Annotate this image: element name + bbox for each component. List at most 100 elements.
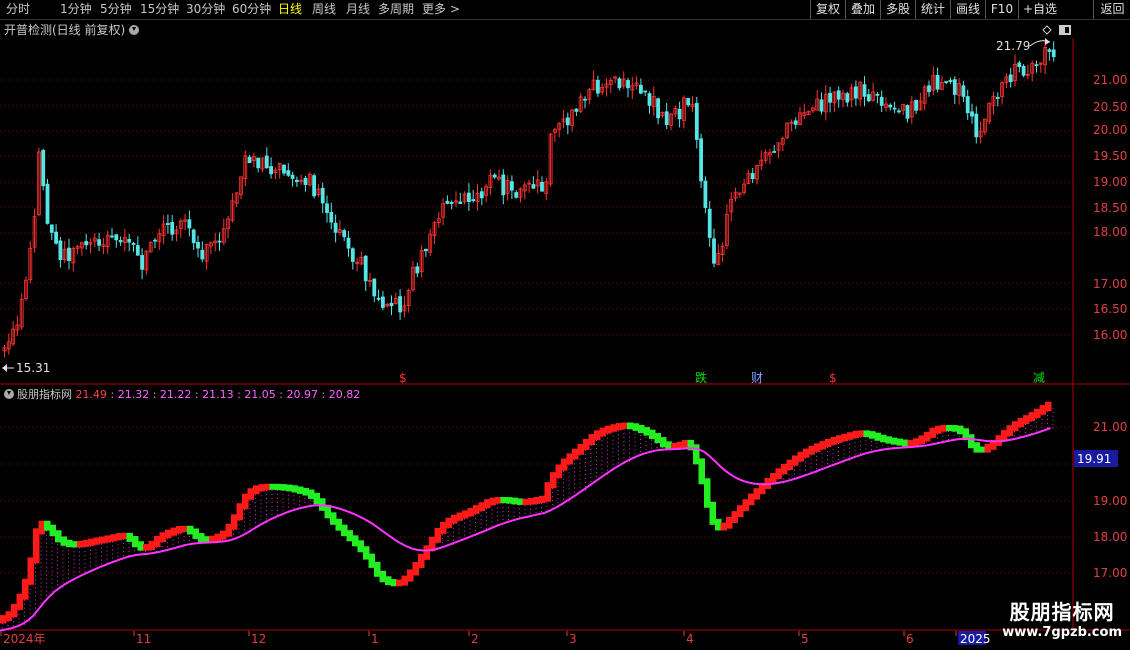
- candle-body: [1051, 49, 1056, 58]
- hatch-dot: [266, 514, 267, 516]
- main-panel-title[interactable]: 开普检测(日线 前复权): [4, 21, 140, 38]
- indicator-plot: [0, 401, 1054, 632]
- candle-body: [32, 216, 37, 248]
- tab-more[interactable]: 更多 >: [422, 1, 460, 18]
- tab-weekly[interactable]: 周线: [312, 1, 336, 18]
- tab-daily[interactable]: 日线: [278, 1, 302, 18]
- candle-body: [729, 198, 734, 213]
- statistics-button[interactable]: 统计: [915, 0, 950, 19]
- hatch-dot: [282, 510, 284, 512]
- candle-body: [514, 192, 519, 198]
- candle-body: [178, 220, 183, 229]
- hatch-dot: [508, 503, 509, 505]
- tab-5min[interactable]: 5分钟: [100, 1, 132, 18]
- hatch-dot: [838, 447, 839, 449]
- candle-body: [226, 218, 231, 230]
- indicator-step: [1039, 405, 1046, 415]
- hatch-dot: [574, 487, 575, 489]
- tab-fenshi[interactable]: 分时: [6, 1, 30, 18]
- hatch-dot: [123, 539, 124, 541]
- hatch-dot: [574, 491, 575, 493]
- indicator-step: [825, 438, 832, 448]
- candle-body: [325, 203, 329, 213]
- hatch-dot: [799, 461, 801, 463]
- restore-rights-button[interactable]: 复权: [810, 0, 845, 19]
- candle-body: [677, 108, 682, 120]
- indicator-step: [632, 423, 639, 431]
- hatch-dot: [535, 508, 537, 510]
- hatch-dot: [590, 473, 592, 475]
- tab-multi-period[interactable]: 多周期: [378, 1, 414, 18]
- hatch-dot: [205, 542, 207, 544]
- hatch-dot: [557, 494, 559, 496]
- chevron-down-icon[interactable]: [4, 389, 14, 399]
- hatch-dot: [271, 509, 273, 511]
- candle-body: [763, 152, 768, 161]
- hatch-dot: [249, 515, 251, 517]
- indicator-step: [11, 603, 18, 618]
- hatch-dot: [266, 502, 267, 504]
- candle-body: [110, 235, 114, 238]
- hatch-dot: [662, 443, 663, 445]
- tab-1min[interactable]: 1分钟: [60, 1, 92, 18]
- tab-60min[interactable]: 60分钟: [232, 1, 271, 18]
- f10-button[interactable]: F10: [985, 0, 1018, 19]
- candle-body: [376, 297, 381, 300]
- candle-body: [935, 74, 940, 90]
- hatch-dot: [46, 546, 47, 548]
- hatch-dot: [227, 536, 229, 538]
- hatch-dot: [35, 583, 36, 585]
- multi-stock-button[interactable]: 多股: [880, 0, 915, 19]
- hatch-dot: [29, 596, 31, 598]
- add-watchlist-button[interactable]: +自选: [1018, 0, 1092, 19]
- indicator-step: [660, 437, 667, 448]
- hatch-dot: [893, 447, 894, 449]
- indicator-step: [181, 525, 188, 533]
- indicator-step: [544, 482, 551, 502]
- tab-30min[interactable]: 30分钟: [186, 1, 225, 18]
- candle-body: [380, 296, 385, 308]
- candle-body: [626, 80, 630, 89]
- hatch-dot: [552, 488, 553, 490]
- hatch-dot: [73, 551, 75, 553]
- hatch-dot: [266, 506, 267, 508]
- tab-monthly[interactable]: 月线: [346, 1, 370, 18]
- candle-body: [780, 137, 785, 145]
- hatch-dot: [519, 508, 520, 510]
- hatch-dot: [942, 439, 944, 441]
- indicator-step: [687, 439, 694, 451]
- draw-line-button[interactable]: 画线: [950, 0, 985, 19]
- indicator-step: [957, 425, 964, 435]
- candle-body: [970, 111, 974, 117]
- hatch-dot: [1052, 427, 1054, 429]
- hatch-dot: [1019, 435, 1021, 437]
- hatch-dot: [876, 442, 878, 444]
- candle-body: [41, 150, 46, 187]
- hatch-dot: [882, 440, 883, 442]
- candle-body: [204, 243, 209, 262]
- hatch-dot: [574, 467, 575, 469]
- candle-body: [436, 218, 441, 224]
- hatch-dot: [255, 510, 256, 512]
- overlay-button[interactable]: 叠加: [845, 0, 880, 19]
- hatch-dot: [62, 566, 64, 568]
- hatch-dot: [497, 523, 498, 525]
- hatch-dot: [299, 496, 300, 498]
- hatch-dot: [563, 482, 564, 484]
- hatch-dot: [134, 545, 135, 547]
- hatch-dot: [288, 490, 289, 492]
- hatch-dot: [249, 519, 251, 521]
- hatch-dot: [513, 503, 515, 505]
- hatch-dot: [62, 550, 64, 552]
- tab-15min[interactable]: 15分钟: [140, 1, 179, 18]
- hatch-dot: [563, 486, 564, 488]
- chevron-down-icon[interactable]: [129, 25, 140, 35]
- hatch-dot: [447, 543, 449, 545]
- hatch-dot: [68, 577, 69, 579]
- hatch-dot: [827, 459, 828, 461]
- hatch-dot: [783, 474, 784, 476]
- back-button[interactable]: 返回: [1093, 0, 1130, 19]
- indicator-value: 21.32: [117, 388, 150, 401]
- hatch-dot: [57, 536, 58, 538]
- main-grid: [0, 79, 1073, 336]
